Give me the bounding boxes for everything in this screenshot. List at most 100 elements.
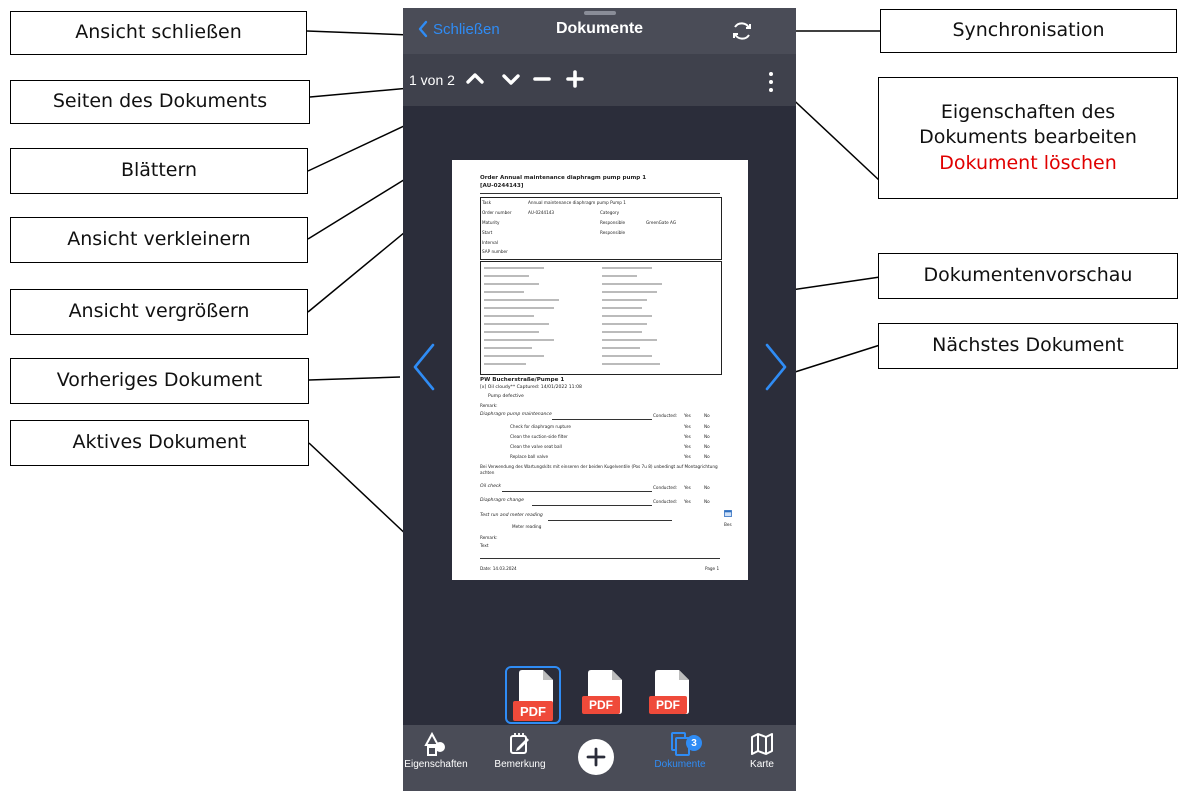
tab-documents[interactable]: 3 Dokumente xyxy=(645,731,715,770)
doc-text-placeholder xyxy=(484,355,544,357)
doc-rule xyxy=(552,419,652,420)
doc-item-valve: Clean the valve seat ball xyxy=(510,444,562,449)
doc-text-placeholder xyxy=(484,323,549,325)
doc-title-line1: Order Annual maintenance diaphragm pump … xyxy=(480,175,647,181)
doc-yes: Yes xyxy=(684,424,691,429)
line-prev xyxy=(308,376,401,381)
tab-properties-label: Eigenschaften xyxy=(404,759,468,770)
chevron-up-icon[interactable] xyxy=(464,68,486,90)
doc-field-key: Responsible xyxy=(600,220,626,225)
line-close xyxy=(306,30,411,36)
document-toolbar: 1 von 2 xyxy=(403,54,796,106)
doc-yes: Yes xyxy=(684,499,691,504)
sync-icon[interactable] xyxy=(729,18,755,44)
doc-no: No xyxy=(704,413,710,418)
tab-documents-label: Dokumente xyxy=(654,759,706,770)
label-previous: Vorheriges Dokument xyxy=(10,358,309,404)
plus-icon xyxy=(586,747,606,767)
pdf-badge: PDF xyxy=(582,696,620,714)
doc-footer-rule xyxy=(480,558,720,559)
page-counter: 1 von 2 xyxy=(409,72,455,88)
doc-field-key: Start xyxy=(482,230,493,235)
sheet-grabber[interactable] xyxy=(584,11,616,15)
tab-map-label: Karte xyxy=(750,759,774,770)
previous-document-arrow-icon[interactable] xyxy=(409,342,439,392)
label-active: Aktives Dokument xyxy=(10,420,309,466)
doc-field-key: Interval xyxy=(482,240,499,245)
chevron-down-icon[interactable] xyxy=(500,68,522,90)
doc-yes: Yes xyxy=(684,434,691,439)
tab-remark[interactable]: Bemerkung xyxy=(485,731,555,770)
tab-map[interactable]: Karte xyxy=(727,731,796,770)
doc-yes: Yes xyxy=(684,444,691,449)
documents-count-badge: 3 xyxy=(686,735,702,751)
edit-note-icon xyxy=(510,733,529,754)
zoom-out-icon[interactable] xyxy=(531,68,553,90)
doc-text: Text xyxy=(480,543,489,548)
doc-text-placeholder xyxy=(602,323,647,325)
more-options-icon[interactable] xyxy=(763,70,779,94)
tab-properties[interactable]: Eigenschaften xyxy=(403,731,471,770)
doc-text-placeholder xyxy=(484,347,532,349)
line-pages xyxy=(309,87,411,98)
doc-no: No xyxy=(704,424,710,429)
doc-unit: Bes xyxy=(724,522,732,527)
doc-conducted: Conducted: xyxy=(653,485,678,490)
label-preview: Dokumentenvorschau xyxy=(878,253,1178,299)
doc-item-maintenance: Diaphragm pump maintenance xyxy=(480,412,552,417)
doc-no: No xyxy=(704,444,710,449)
doc-item-test: Test run and meter reading xyxy=(480,513,543,518)
label-properties-line2: Dokuments bearbeiten xyxy=(919,126,1137,149)
doc-text-placeholder xyxy=(484,315,534,317)
doc-text-placeholder xyxy=(602,307,642,309)
line-next xyxy=(794,344,881,373)
doc-text-placeholder xyxy=(602,363,660,365)
doc-item-diaphragm: Diaphragm change xyxy=(480,498,524,503)
doc-text-placeholder xyxy=(484,283,539,285)
doc-field-key: Maturity xyxy=(482,220,500,225)
thumbnail-document[interactable]: PDF xyxy=(578,666,634,724)
doc-item-oil: Oil check xyxy=(480,484,502,489)
doc-text-placeholder xyxy=(484,267,544,269)
doc-footer-page: Page 1 xyxy=(705,566,720,571)
thumbnail-active-document[interactable]: PDF xyxy=(505,666,561,724)
label-pages: Seiten des Dokuments xyxy=(10,80,310,124)
doc-rule xyxy=(480,193,720,194)
label-zoom-in: Ansicht vergrößern xyxy=(10,289,308,335)
doc-text-placeholder xyxy=(602,339,657,341)
top-bar: Schließen Dokumente xyxy=(403,8,796,54)
doc-text-placeholder xyxy=(484,339,554,341)
doc-item-filter: Clean the suction-side filter xyxy=(510,434,568,439)
label-properties-line1: Eigenschaften des xyxy=(940,100,1116,123)
doc-footer-date: Date: 14.03.2024 xyxy=(480,566,517,571)
tab-bar: Eigenschaften Bemerkung 3 Dokumente Kart… xyxy=(403,725,796,791)
doc-field-key: Order number xyxy=(482,210,512,215)
doc-field-value: GreenGate AG xyxy=(646,220,677,225)
label-sync: Synchronisation xyxy=(880,9,1177,53)
add-button[interactable] xyxy=(578,739,614,775)
label-browse: Blättern xyxy=(10,148,308,194)
calendar-icon xyxy=(724,510,732,517)
close-button[interactable]: Schließen xyxy=(417,20,500,38)
thumbnail-document[interactable]: PDF xyxy=(645,666,701,724)
doc-text-placeholder xyxy=(484,363,526,365)
doc-text-placeholder xyxy=(602,267,652,269)
doc-text-placeholder xyxy=(602,299,647,301)
doc-yes: Yes xyxy=(684,413,691,418)
doc-details-table xyxy=(480,261,722,375)
zoom-in-icon[interactable] xyxy=(564,68,586,90)
next-document-arrow-icon[interactable] xyxy=(761,342,791,392)
doc-checked-line: [x] Oil cloudy** Captured: 14/01/2022 11… xyxy=(480,385,582,390)
document-preview[interactable]: Order Annual maintenance diaphragm pump … xyxy=(452,160,748,580)
doc-rule xyxy=(502,491,652,492)
phone-screen: Schließen Dokumente 1 von 2 Order Annual… xyxy=(403,8,796,791)
doc-field-value: AU-0244143 xyxy=(528,210,555,215)
line-properties xyxy=(783,90,881,182)
label-next: Nächstes Dokument xyxy=(878,323,1178,369)
doc-note: Bei Verwendung des Wartungskits mit eins… xyxy=(480,464,718,475)
doc-text-placeholder xyxy=(484,307,554,309)
doc-no: No xyxy=(704,499,710,504)
pdf-badge: PDF xyxy=(513,701,553,721)
doc-text-placeholder xyxy=(484,331,539,333)
label-properties: Eigenschaften des Dokuments bearbeiten D… xyxy=(878,77,1178,199)
